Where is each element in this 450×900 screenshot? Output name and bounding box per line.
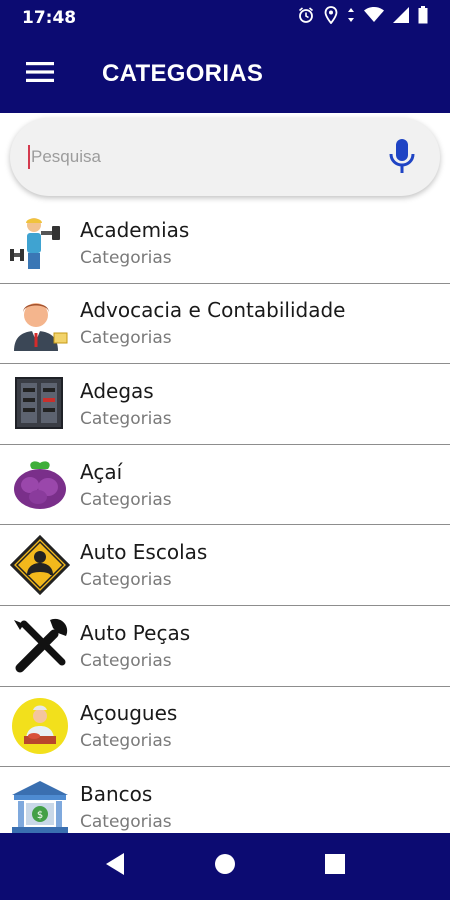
category-name: Auto Escolas	[80, 540, 208, 565]
location-icon	[324, 6, 338, 29]
status-bar: 17:48	[0, 0, 450, 35]
category-subtitle: Categorias	[80, 247, 172, 268]
text-cursor	[28, 145, 30, 169]
menu-button[interactable]	[0, 35, 80, 113]
hamburger-menu-icon	[26, 61, 54, 87]
status-icons	[297, 6, 428, 29]
page-title: CATEGORIAS	[102, 60, 264, 87]
butcher-icon	[0, 686, 80, 766]
category-name: Açougues	[80, 701, 178, 726]
recents-icon[interactable]	[324, 853, 346, 880]
list-item-auto-escolas[interactable]: Auto Escolas Categorias	[0, 525, 450, 606]
wrench-screwdriver-icon	[0, 606, 80, 686]
search-container	[10, 118, 440, 198]
microphone-icon[interactable]	[382, 137, 422, 177]
list-item-academias[interactable]: Academias Categorias	[0, 203, 450, 284]
app-bar: CATEGORIAS	[0, 35, 450, 113]
search-bar	[10, 118, 440, 196]
category-name: Adegas	[80, 378, 154, 403]
category-subtitle: Categorias	[80, 408, 172, 429]
category-name: Academias	[80, 217, 190, 242]
signal-icon	[393, 7, 409, 28]
category-name: Açaí	[80, 459, 123, 484]
svg-text:$: $	[37, 810, 43, 821]
category-list: Academias Categorias Advocacia e Contabi…	[0, 203, 450, 833]
acai-bowl-icon	[0, 445, 80, 525]
category-subtitle: Categorias	[80, 731, 172, 752]
category-name: Auto Peças	[80, 620, 191, 645]
alarm-icon	[297, 6, 315, 29]
wifi-icon	[364, 7, 384, 28]
category-subtitle: Categorias	[80, 570, 172, 591]
status-time: 17:48	[22, 7, 77, 28]
driving-school-sign-icon	[0, 525, 80, 605]
list-item-acougues[interactable]: Açougues Categorias	[0, 687, 450, 768]
category-subtitle: Categorias	[80, 489, 172, 510]
lawyer-icon	[0, 283, 80, 363]
list-item-acai[interactable]: Açaí Categorias	[0, 445, 450, 526]
list-item-adegas[interactable]: Adegas Categorias	[0, 364, 450, 445]
back-icon[interactable]	[104, 852, 126, 881]
category-subtitle: Categorias	[80, 328, 172, 349]
category-name: Advocacia e Contabilidade	[80, 298, 346, 323]
system-nav-bar	[0, 833, 450, 900]
gym-trainer-icon	[0, 203, 80, 283]
list-item-bancos[interactable]: $ Bancos Categorias	[0, 767, 450, 833]
wine-cellar-icon	[0, 364, 80, 444]
category-name: Bancos	[80, 781, 153, 806]
data-transfer-icon	[347, 7, 355, 28]
search-input[interactable]	[31, 147, 382, 167]
list-item-auto-pecas[interactable]: Auto Peças Categorias	[0, 606, 450, 687]
home-icon[interactable]	[213, 852, 237, 881]
category-subtitle: Categorias	[80, 811, 172, 832]
bank-icon: $	[0, 767, 80, 833]
list-item-advocacia[interactable]: Advocacia e Contabilidade Categorias	[0, 284, 450, 365]
battery-icon	[418, 6, 428, 29]
category-subtitle: Categorias	[80, 650, 172, 671]
